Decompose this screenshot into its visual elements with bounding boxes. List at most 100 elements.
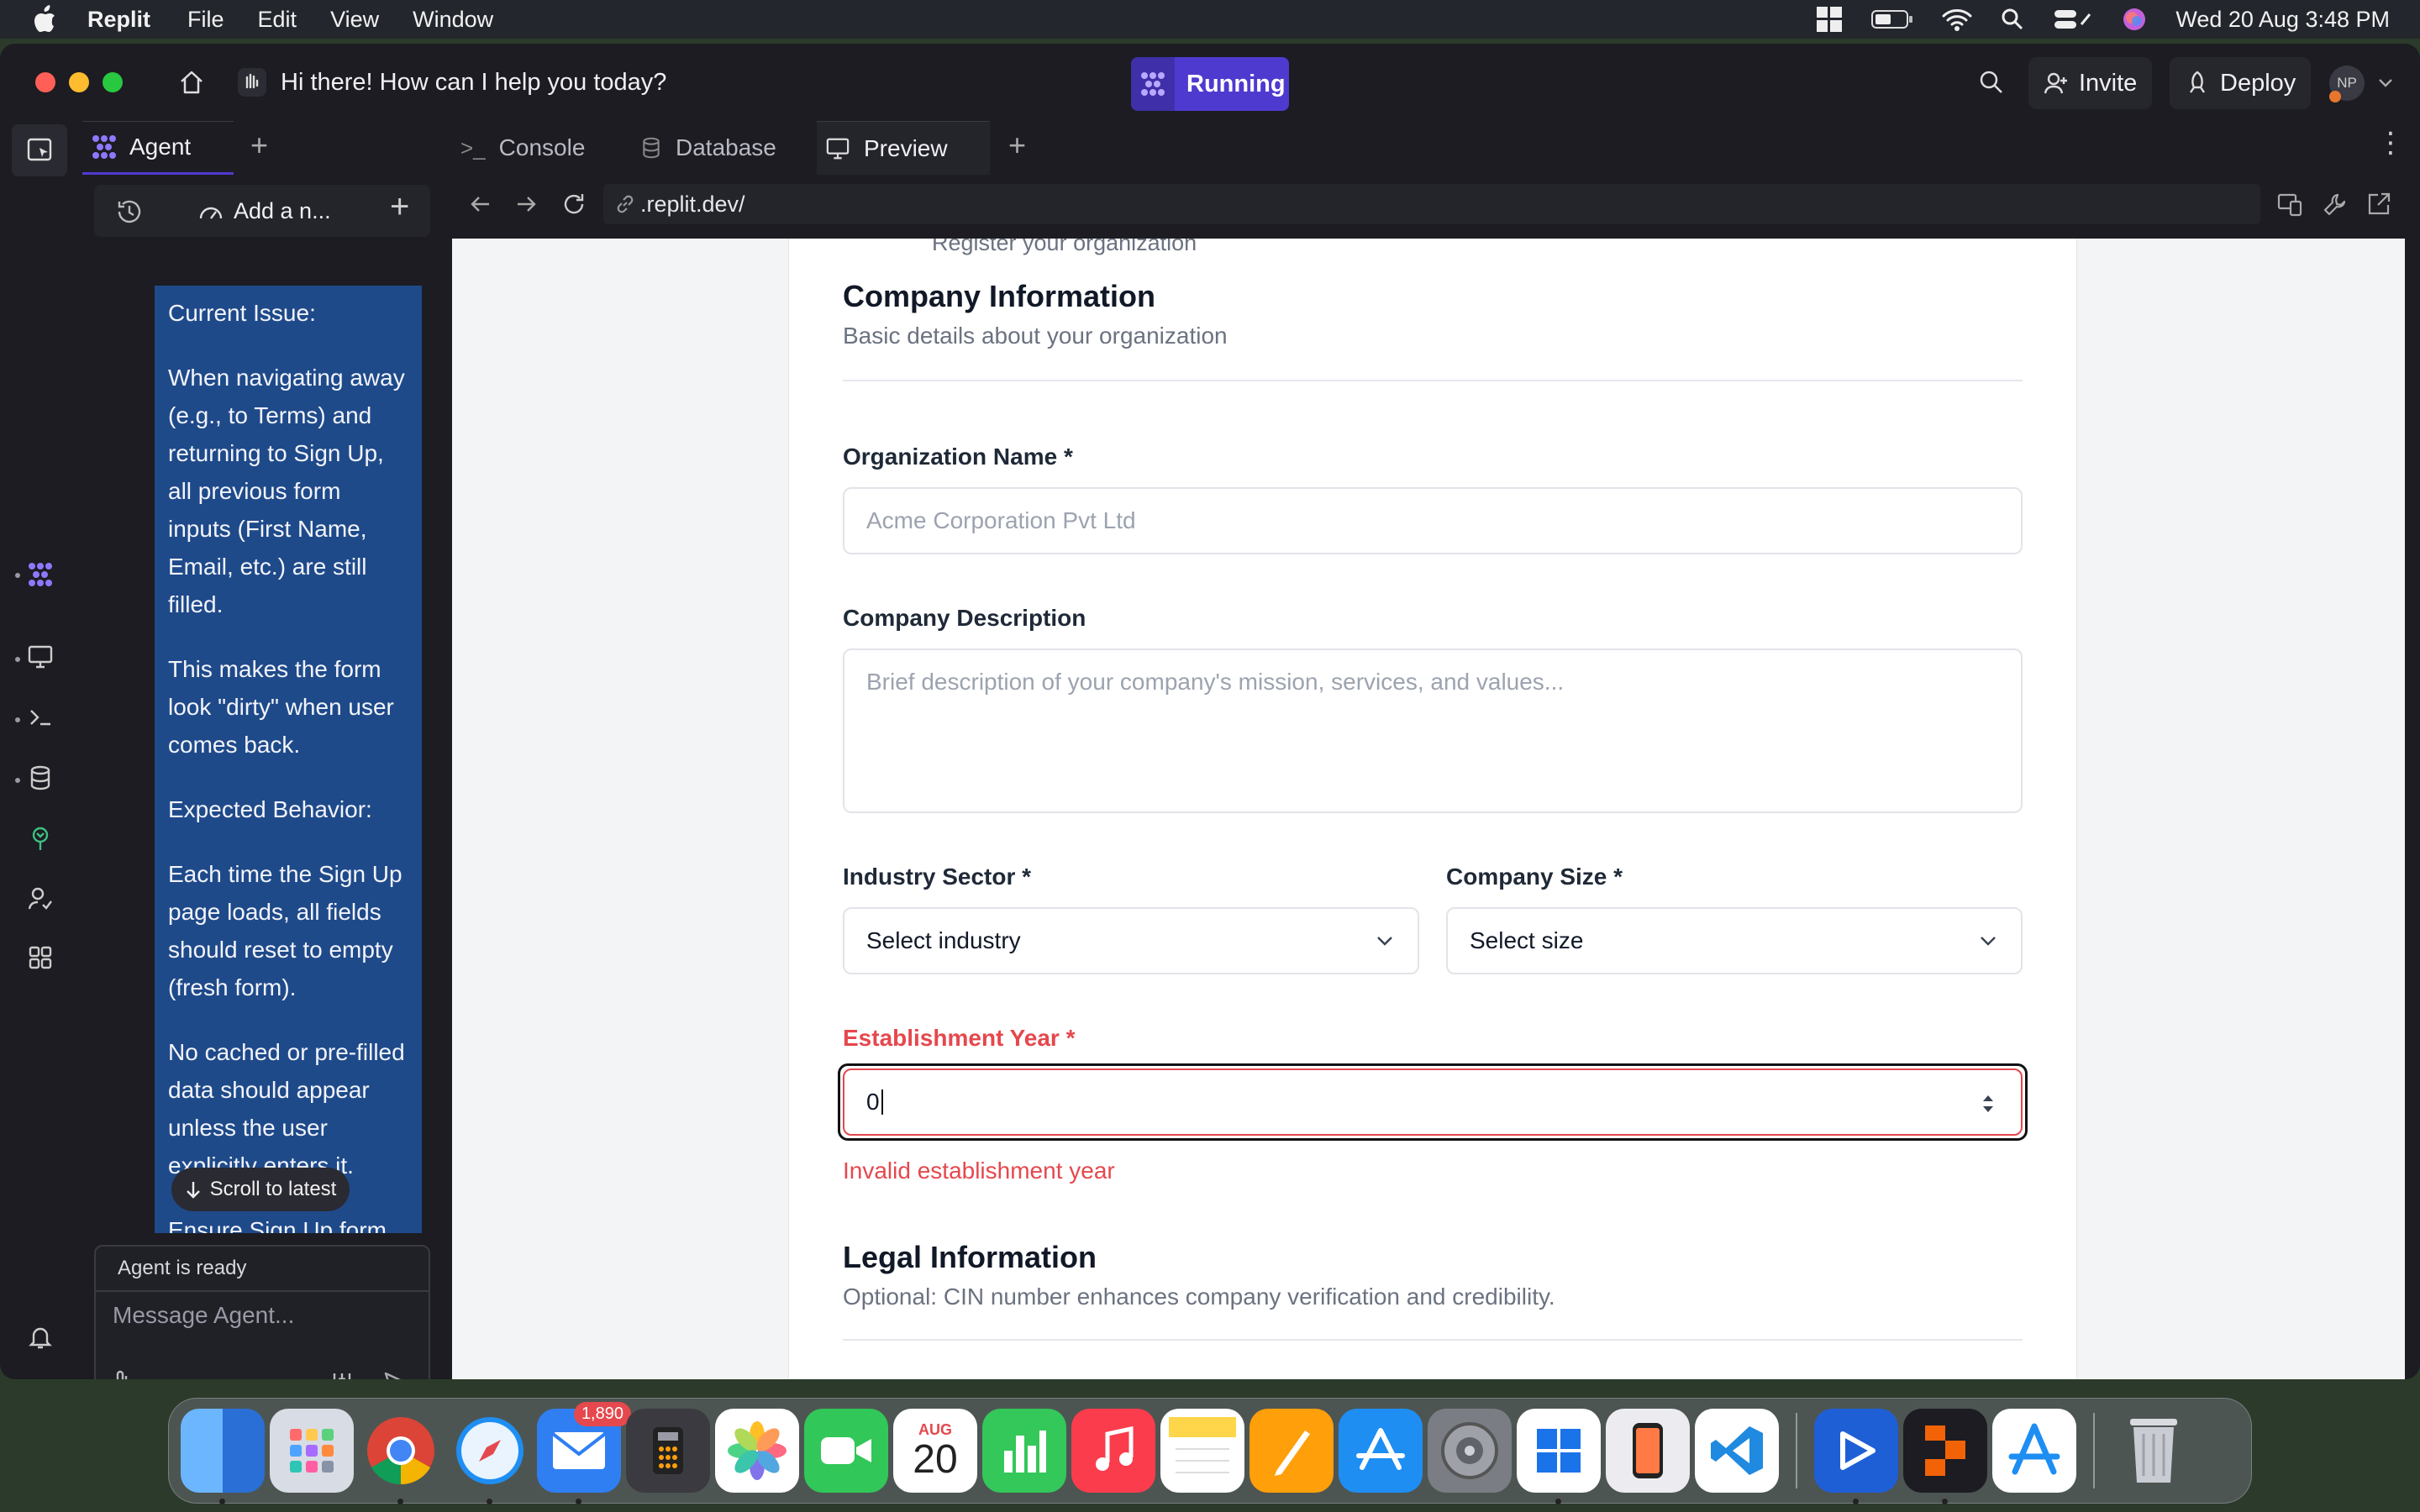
chevron-down-icon[interactable] [2378, 77, 2393, 89]
close-window-button[interactable] [35, 72, 55, 92]
more-options-icon[interactable]: ⋮ [2376, 126, 2405, 160]
trash-icon[interactable] [2112, 1409, 2196, 1493]
screen-recorder-icon[interactable] [1814, 1409, 1898, 1504]
window-grid-icon[interactable] [1816, 6, 1843, 33]
music-icon[interactable] [1071, 1409, 1155, 1493]
chrome-icon[interactable] [359, 1409, 443, 1504]
siri-icon[interactable] [2122, 7, 2147, 32]
section-divider [843, 1339, 2023, 1341]
establishment-year-input[interactable]: 0 [843, 1068, 2023, 1136]
company-size-select[interactable]: Select size [1446, 907, 2023, 974]
agent-tab-logo-icon [92, 135, 116, 159]
safari-icon[interactable] [448, 1409, 532, 1504]
history-icon[interactable] [116, 198, 143, 225]
hand-wave-icon [238, 68, 266, 97]
new-thread-icon[interactable]: + [390, 188, 409, 226]
apps-grid-icon[interactable] [25, 942, 55, 973]
terminal-icon[interactable] [25, 702, 55, 732]
company-description-textarea[interactable]: Brief description of your company's miss… [843, 648, 2023, 813]
calendar-icon[interactable]: AUG 20 [893, 1409, 977, 1493]
mail-icon[interactable]: 1,890 [537, 1402, 631, 1504]
tab-preview[interactable]: Preview [817, 121, 990, 175]
finder-icon[interactable] [181, 1409, 265, 1504]
org-name-input[interactable]: Acme Corporation Pvt Ltd [843, 487, 2023, 554]
menu-view[interactable]: View [330, 7, 379, 33]
back-arrow-icon[interactable] [469, 193, 491, 215]
tab-agent[interactable]: Agent [82, 121, 234, 175]
chat-line: Each time the Sign Up page loads, all fi… [168, 861, 402, 1000]
menu-file[interactable]: File [187, 7, 224, 33]
add-pane-tab-icon[interactable]: + [1008, 128, 1026, 163]
deploy-button[interactable]: Deploy [2170, 57, 2312, 109]
control-center-icon[interactable] [2053, 8, 2093, 31]
run-status-button[interactable]: Running [1131, 57, 1289, 111]
user-check-icon[interactable] [25, 884, 55, 914]
settings-sliders-icon[interactable] [329, 1371, 355, 1379]
pages-icon[interactable] [1249, 1409, 1334, 1493]
search-icon[interactable] [1978, 69, 2005, 96]
tab-console[interactable]: >_ Console [460, 121, 620, 175]
tab-database[interactable]: Database [640, 121, 800, 175]
number-stepper-icon[interactable] [1981, 1092, 1996, 1116]
title-bar: Hi there! How can I help you today? Runn… [0, 44, 2420, 121]
open-new-tab-icon[interactable] [2366, 192, 2391, 217]
url-field[interactable]: .replit.dev/ [603, 184, 2260, 224]
notes-icon[interactable] [1160, 1409, 1244, 1493]
devtools-wrench-icon[interactable] [2323, 192, 2348, 217]
establishment-year-error: Invalid establishment year [843, 1158, 1115, 1184]
section-divider [843, 380, 2023, 381]
calendar-day: 20 [913, 1436, 958, 1482]
monitor-icon[interactable] [25, 642, 55, 672]
scroll-to-latest-button[interactable]: Scroll to latest [171, 1168, 350, 1211]
windows-app-icon[interactable] [1517, 1409, 1601, 1504]
agent-logo-icon[interactable] [25, 559, 55, 590]
menu-app-name[interactable]: Replit [87, 7, 150, 33]
chat-line: This makes the form look "dirty" when us… [168, 656, 394, 758]
device-toggle-icon[interactable] [2277, 193, 2302, 217]
agent-prompt-title[interactable]: Hi there! How can I help you today? [281, 69, 666, 97]
running-dot [1853, 1499, 1859, 1504]
forward-arrow-icon[interactable] [516, 193, 538, 215]
add-tab-icon[interactable]: + [250, 128, 268, 163]
invite-button[interactable]: Invite [2028, 57, 2153, 109]
replit-app-icon[interactable] [1903, 1409, 1987, 1504]
menu-edit[interactable]: Edit [258, 7, 297, 33]
numbers-icon[interactable] [982, 1409, 1066, 1493]
home-icon[interactable] [178, 69, 205, 96]
system-settings-icon[interactable] [1428, 1409, 1512, 1493]
thread-header: Add a n... + [94, 185, 430, 237]
legal-info-heading: Legal Information [843, 1240, 1097, 1274]
launchpad-icon[interactable] [270, 1409, 354, 1493]
apple-icon[interactable] [32, 5, 57, 34]
attach-paperclip-icon[interactable] [111, 1369, 133, 1379]
iphone-mirroring-icon[interactable] [1606, 1409, 1690, 1493]
industry-sector-select[interactable]: Select industry [843, 907, 1419, 974]
industry-sector-label: Industry Sector * [843, 864, 1032, 890]
menu-window[interactable]: Window [413, 7, 493, 33]
vscode-icon[interactable] [1695, 1409, 1779, 1493]
xcode-instruments-icon[interactable] [1992, 1409, 2076, 1493]
facetime-icon[interactable] [804, 1409, 888, 1493]
notification-bell-icon[interactable] [25, 1322, 55, 1352]
refresh-icon[interactable] [561, 192, 587, 217]
minimize-window-button[interactable] [69, 72, 89, 92]
battery-icon[interactable] [1871, 9, 1913, 29]
send-icon[interactable] [383, 1371, 410, 1379]
signup-card: Register your organization Company Infor… [788, 239, 2077, 1379]
clock[interactable]: Wed 20 Aug 3:48 PM [2175, 7, 2390, 33]
spotlight-search-icon[interactable] [2001, 8, 2024, 31]
dock: 1,890 AUG 20 [168, 1398, 2252, 1504]
git-tree-icon[interactable] [25, 823, 55, 853]
establishment-year-label: Establishment Year * [843, 1025, 1076, 1051]
calculator-icon[interactable] [626, 1409, 710, 1493]
wifi-icon[interactable] [1942, 8, 1972, 31]
message-input[interactable]: Message Agent... [113, 1302, 415, 1336]
app-store-icon[interactable] [1339, 1409, 1423, 1493]
photos-icon[interactable] [715, 1409, 799, 1493]
chat-line: Current Issue: [168, 300, 316, 326]
establishment-year-value: 0 [866, 1089, 880, 1115]
thread-title[interactable]: Add a n... [234, 198, 331, 224]
web-preview: Register your organization Company Infor… [452, 239, 2405, 1379]
database-icon[interactable] [25, 763, 55, 793]
zoom-window-button[interactable] [103, 72, 123, 92]
